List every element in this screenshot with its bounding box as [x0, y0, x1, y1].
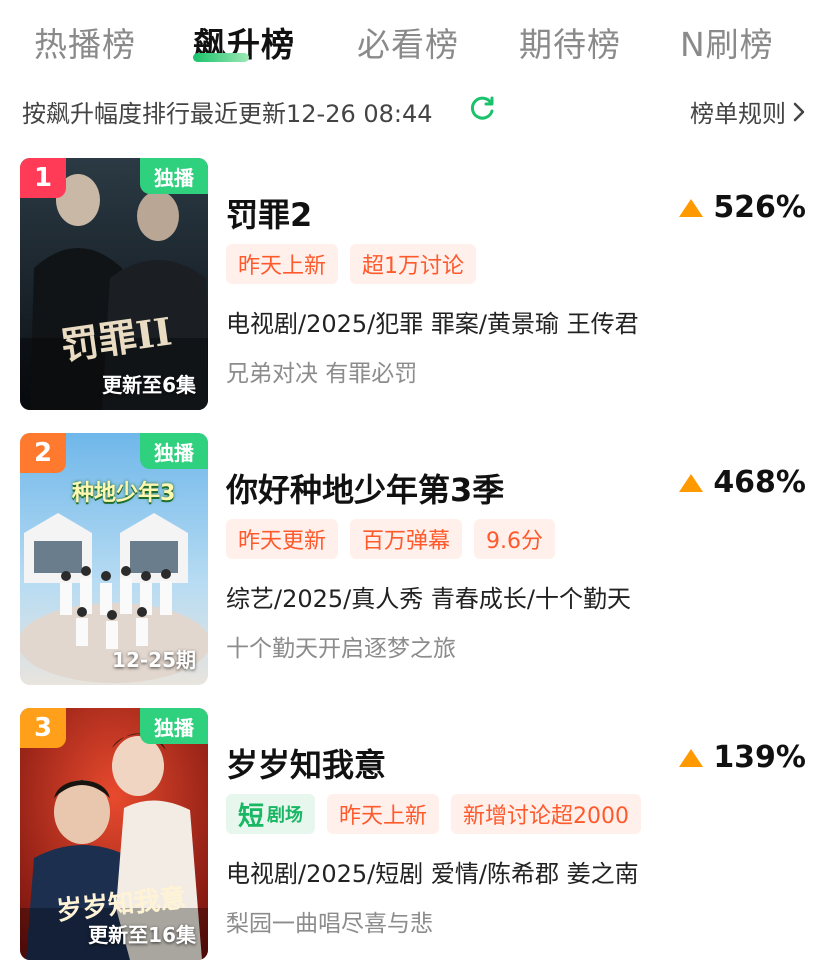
ranking-item[interactable]: 种地少年3 2 独播 12-25期 你好种地少年第3季 468% 昨天更新 百万… — [0, 433, 828, 685]
poster-image[interactable]: 种地少年3 2 独播 12-25期 — [20, 433, 208, 685]
poster-logo: 种地少年3 — [72, 481, 176, 506]
show-meta: 电视剧/2025/短剧 爱情/陈希郡 姜之南 — [226, 860, 639, 888]
exclusive-badge: 独播 — [140, 433, 208, 469]
tag-list: 昨天上新 超1万讨论 — [226, 244, 477, 284]
sort-description: 按飙升幅度排行最近更新12-26 08:44 — [22, 100, 433, 128]
episode-status: 12-25期 — [112, 648, 196, 672]
rise-indicator: 468% — [679, 465, 806, 500]
exclusive-badge: 独播 — [140, 708, 208, 744]
tag: 新增讨论超2000 — [451, 794, 642, 834]
show-description: 兄弟对决 有罪必罚 — [226, 361, 418, 387]
short-drama-tag: 短 剧场 — [226, 794, 316, 834]
episode-status: 更新至6集 — [102, 373, 196, 397]
tag-list: 短 剧场 昨天上新 新增讨论超2000 — [226, 794, 642, 834]
rise-indicator: 139% — [679, 740, 806, 775]
tag: 百万弹幕 — [350, 519, 463, 559]
short-drama-tag-main: 短 — [238, 801, 265, 832]
rules-link[interactable]: 榜单规则 — [690, 94, 806, 129]
ranking-item[interactable]: 岁岁知我意 3 独播 更新至16集 岁岁知我意 139% 短 剧场 昨天上新 新… — [0, 708, 828, 960]
tag: 昨天上新 — [226, 244, 339, 284]
rise-arrow-icon — [679, 748, 704, 767]
sort-info-bar: 按飙升幅度排行最近更新12-26 08:44 榜单规则 — [0, 86, 828, 130]
show-title[interactable]: 岁岁知我意 — [226, 740, 386, 786]
show-title[interactable]: 你好种地少年第3季 — [226, 465, 504, 511]
rise-percent: 468% — [713, 465, 806, 500]
show-meta: 电视剧/2025/犯罪 罪案/黄景瑜 王传君 — [226, 310, 639, 338]
rise-arrow-icon — [679, 473, 704, 492]
tab-must-watch[interactable]: 必看榜 — [357, 18, 459, 66]
rise-percent: 139% — [713, 740, 806, 775]
short-drama-tag-sub: 剧场 — [267, 805, 304, 826]
episode-status: 更新至16集 — [88, 923, 196, 947]
rank-badge: 3 — [20, 708, 66, 748]
rules-label: 榜单规则 — [690, 100, 786, 128]
show-description: 十个勤天开启逐梦之旅 — [226, 636, 456, 662]
tab-anticipated[interactable]: 期待榜 — [519, 18, 621, 66]
rank-badge: 1 — [20, 158, 66, 198]
show-title[interactable]: 罚罪2 — [226, 190, 312, 236]
rank-badge: 2 — [20, 433, 66, 473]
tag: 昨天上新 — [327, 794, 440, 834]
tag-list: 昨天更新 百万弹幕 9.6分 — [226, 519, 556, 559]
tab-rewatch[interactable]: N刷榜 — [680, 18, 774, 66]
poster-image[interactable]: 岁岁知我意 3 独播 更新至16集 — [20, 708, 208, 960]
ranking-tabs: 热播榜 飙升榜 必看榜 期待榜 N刷榜 — [0, 0, 828, 82]
show-description: 梨园一曲唱尽喜与悲 — [226, 911, 433, 937]
tag: 昨天更新 — [226, 519, 339, 559]
poster-image[interactable]: 罚罪II 1 独播 更新至6集 — [20, 158, 208, 410]
chevron-right-icon — [793, 102, 805, 121]
ranking-item[interactable]: 罚罪II 1 独播 更新至6集 罚罪2 526% 昨天上新 超1万讨论 电视剧/… — [0, 158, 828, 410]
tag: 9.6分 — [474, 519, 556, 559]
tag: 超1万讨论 — [350, 244, 477, 284]
active-tab-indicator — [193, 53, 249, 62]
rise-arrow-icon — [679, 198, 704, 217]
rise-indicator: 526% — [679, 190, 806, 225]
refresh-icon[interactable] — [468, 94, 496, 122]
rise-percent: 526% — [713, 190, 806, 225]
exclusive-badge: 独播 — [140, 158, 208, 194]
tab-hot[interactable]: 热播榜 — [34, 18, 136, 66]
show-meta: 综艺/2025/真人秀 青春成长/十个勤天 — [226, 585, 631, 613]
